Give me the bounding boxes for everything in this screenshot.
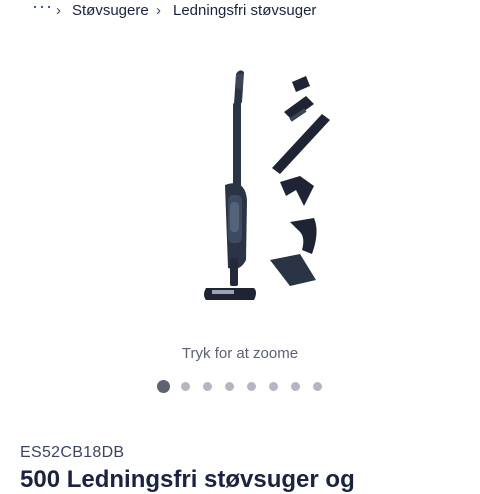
carousel-dot[interactable] [291,382,300,391]
breadcrumb-more-button[interactable]: ··· [32,0,53,17]
carousel-dot[interactable] [225,382,234,391]
carousel-dot[interactable] [203,382,212,391]
chevron-right-icon: › [156,2,161,19]
carousel-dot[interactable] [313,382,322,391]
product-title: 500 Ledningsfri støvsuger og [20,466,355,493]
carousel-pagination [0,378,480,396]
carousel-dot[interactable] [247,382,256,391]
breadcrumb: ··· › Støvsugere › Ledningsfri støvsuger [0,0,480,22]
product-image-gallery[interactable] [0,40,480,360]
breadcrumb-link-ledningsfri[interactable]: Ledningsfri støvsuger [173,2,316,19]
breadcrumb-link-stovsugere[interactable]: Støvsugere [72,2,149,19]
carousel-dot[interactable] [269,382,278,391]
product-sku: ES52CB18DB [20,444,125,461]
chevron-right-icon: › [56,2,61,19]
carousel-dot[interactable] [157,380,170,393]
zoom-hint: Tryk for at zoome [181,345,299,362]
product-image[interactable] [0,40,480,360]
carousel-dot[interactable] [181,382,190,391]
